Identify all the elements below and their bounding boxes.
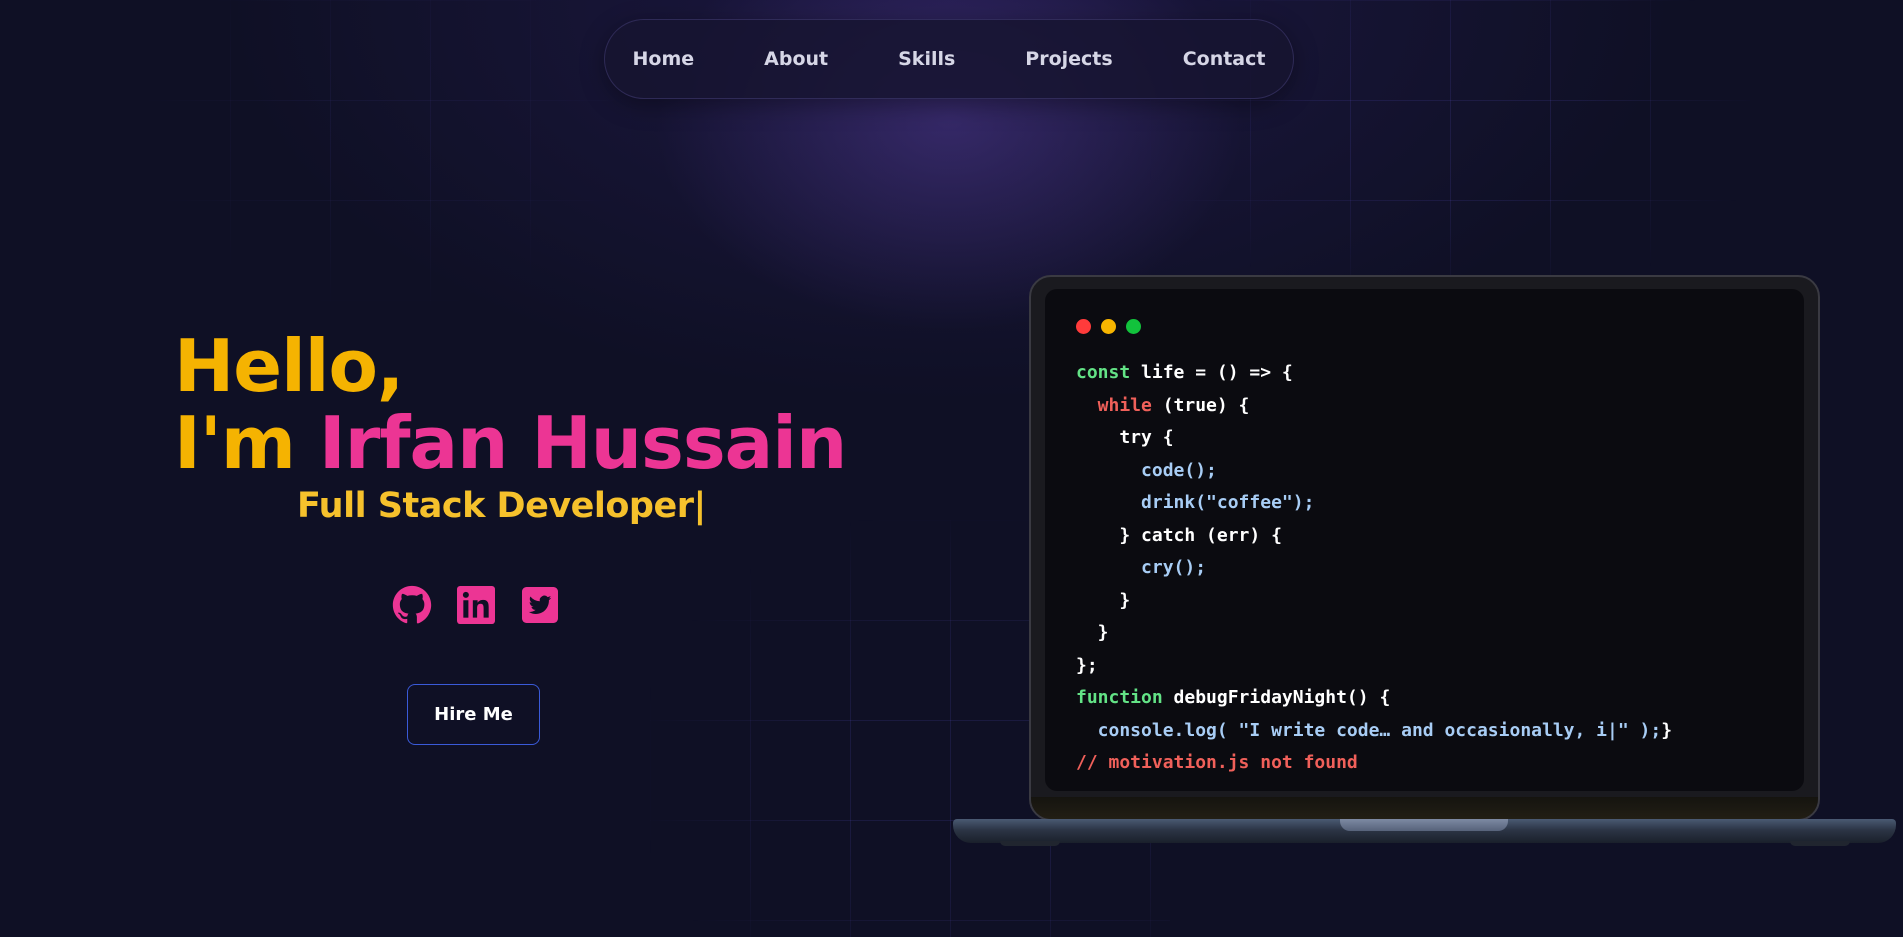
- code-line: try {: [1076, 422, 1672, 455]
- nav-projects[interactable]: Projects: [990, 48, 1147, 70]
- code-line: while (true) {: [1076, 390, 1672, 423]
- social-links: [392, 585, 560, 625]
- nav-home[interactable]: Home: [598, 48, 730, 70]
- code-editor-window: const life = () => { while (true) { try …: [1045, 289, 1804, 791]
- code-line: code();: [1076, 455, 1672, 488]
- code-line: // motivation.js not found: [1076, 747, 1672, 780]
- code-token: life = () => {: [1130, 362, 1293, 383]
- code-token: code();: [1076, 459, 1217, 481]
- code-snippet: const life = () => { while (true) { try …: [1076, 357, 1672, 780]
- code-line: } catch (err) {: [1076, 520, 1672, 553]
- code-token: (true) {: [1151, 394, 1250, 416]
- code-line: const life = () => {: [1076, 357, 1672, 390]
- background-grid: [130, 0, 650, 320]
- laptop-notch: [1340, 819, 1508, 831]
- code-token: }: [1661, 719, 1673, 741]
- code-token: console.log( "I write code… and occasion…: [1076, 719, 1662, 741]
- portfolio-page: Home About Skills Projects Contact Hello…: [0, 0, 1903, 937]
- nav-about[interactable]: About: [729, 48, 863, 70]
- maximize-dot-icon: [1126, 319, 1141, 334]
- nav-skills[interactable]: Skills: [863, 48, 990, 70]
- code-token: drink("coffee");: [1076, 492, 1315, 513]
- hero-heading: I'm Irfan Hussain: [174, 407, 847, 479]
- linkedin-icon[interactable]: [456, 585, 496, 625]
- code-token: while: [1076, 394, 1152, 416]
- window-controls: [1076, 319, 1141, 334]
- code-token: cry();: [1076, 557, 1207, 578]
- hire-me-button[interactable]: Hire Me: [407, 684, 540, 745]
- code-token: function: [1076, 687, 1163, 708]
- laptop-bezel: [1031, 797, 1818, 819]
- laptop: const life = () => { while (true) { try …: [1029, 275, 1820, 821]
- code-token: try {: [1076, 427, 1174, 448]
- hero-role: Full Stack Developer|: [297, 486, 706, 526]
- code-token: const: [1076, 362, 1131, 383]
- code-token: }: [1076, 589, 1131, 611]
- code-line: drink("coffee");: [1076, 487, 1672, 520]
- code-line: }: [1076, 585, 1672, 618]
- code-token: }: [1076, 622, 1109, 643]
- hero-intro: I'm: [174, 401, 319, 485]
- code-token: };: [1076, 654, 1098, 676]
- code-line: }: [1076, 617, 1672, 650]
- laptop-foot: [1790, 841, 1850, 846]
- top-nav: Home About Skills Projects Contact: [604, 19, 1294, 99]
- nav-contact[interactable]: Contact: [1148, 48, 1301, 70]
- code-line: cry();: [1076, 552, 1672, 585]
- code-token: } catch (err) {: [1076, 524, 1282, 546]
- twitter-icon[interactable]: [520, 585, 560, 625]
- code-token: debugFridayNight() {: [1162, 687, 1391, 708]
- code-line: function debugFridayNight() {: [1076, 682, 1672, 715]
- code-line: };: [1076, 650, 1672, 683]
- hero-greeting: Hello,: [174, 324, 404, 408]
- hero-name: Irfan Hussain: [318, 401, 847, 485]
- github-icon[interactable]: [392, 585, 432, 625]
- close-dot-icon: [1076, 319, 1091, 334]
- code-token: // motivation.js not found: [1076, 752, 1358, 773]
- minimize-dot-icon: [1101, 319, 1116, 334]
- laptop-foot: [1000, 841, 1060, 846]
- code-line: console.log( "I write code… and occasion…: [1076, 715, 1672, 748]
